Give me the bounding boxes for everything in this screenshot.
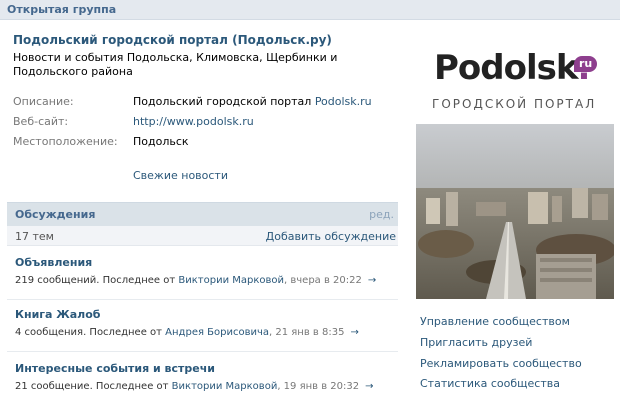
website-link[interactable]: http://www.podolsk.ru xyxy=(133,115,254,128)
topic-last-author[interactable]: Виктории Марковой xyxy=(178,275,284,286)
topic-last-date: , 21 янв в 8:35 xyxy=(269,327,345,338)
topic-title[interactable]: Объявления xyxy=(15,256,92,269)
group-type-label: Открытая группа xyxy=(7,3,117,16)
advertise-community-link[interactable]: Рекламировать сообщество xyxy=(420,357,582,370)
description-label: Описание: xyxy=(13,95,74,108)
discussions-title[interactable]: Обсуждения xyxy=(15,208,95,221)
logo-word: Podolsk xyxy=(434,48,578,88)
go-to-last-arrow-icon[interactable]: → xyxy=(365,381,373,392)
logo-ru-badge: ru xyxy=(574,56,598,72)
topic-last-date: , 19 янв в 20:32 xyxy=(277,381,360,392)
topic-meta: 21 сообщение. Последнее от Виктории Марк… xyxy=(15,381,373,392)
topic-meta-count: 21 сообщение. Последнее от xyxy=(15,381,172,392)
add-discussion-link[interactable]: Добавить обсуждение xyxy=(266,230,396,243)
location-value: Подольск xyxy=(133,135,189,148)
topic-title[interactable]: Интересные события и встречи xyxy=(15,362,215,375)
topic-meta-count: 219 сообщений. Последнее от xyxy=(15,275,179,286)
topic-item: Объявления 219 сообщений. Последнее от В… xyxy=(7,256,398,300)
topic-item: Книга Жалоб 4 сообщения. Последнее от Ан… xyxy=(7,308,398,352)
description-text: Подольский городской портал xyxy=(133,95,315,108)
info-row-description: Описание: Подольский городской портал Po… xyxy=(13,95,403,111)
group-title: Подольский городской портал (Подольск.ру… xyxy=(13,33,332,47)
go-to-last-arrow-icon[interactable]: → xyxy=(368,275,376,286)
description-link[interactable]: Podolsk.ru xyxy=(315,95,372,108)
group-avatar[interactable]: Podolsk. ru ГОРОДСКОЙ ПОРТАЛ xyxy=(416,32,614,299)
topic-item: Интересные события и встречи 21 сообщени… xyxy=(7,362,398,400)
community-stats-link[interactable]: Статистика сообщества xyxy=(420,377,560,390)
topics-count: 17 тем xyxy=(15,230,54,243)
topic-title[interactable]: Книга Жалоб xyxy=(15,308,100,321)
topic-last-author[interactable]: Виктории Марковой xyxy=(172,381,278,392)
topic-last-author[interactable]: Андрея Борисовича xyxy=(165,327,269,338)
discussions-header: Обсуждения ред. xyxy=(7,202,398,226)
discussions-subbar: 17 тем Добавить обсуждение xyxy=(7,226,398,246)
fresh-news-link[interactable]: Свежие новости xyxy=(133,169,228,182)
discussions-edit-link[interactable]: ред. xyxy=(369,208,394,221)
group-type-bar: Открытая группа xyxy=(0,0,620,20)
topic-meta: 4 сообщения. Последнее от Андрея Борисов… xyxy=(15,327,359,338)
logo-wordmark: Podolsk. xyxy=(434,48,590,88)
invite-friends-link[interactable]: Пригласить друзей xyxy=(420,336,532,349)
logo-subtitle: ГОРОДСКОЙ ПОРТАЛ xyxy=(432,97,597,111)
info-row-website: Веб-сайт: http://www.podolsk.ru xyxy=(13,115,403,131)
group-status: Новости и события Подольска, Климовска, … xyxy=(13,51,338,78)
topic-meta: 219 сообщений. Последнее от Виктории Мар… xyxy=(15,275,376,286)
info-row-location: Местоположение: Подольск xyxy=(13,135,403,151)
go-to-last-arrow-icon[interactable]: → xyxy=(350,327,358,338)
website-label: Веб-сайт: xyxy=(13,115,69,128)
location-label: Местоположение: xyxy=(13,135,118,148)
topic-last-date: , вчера в 20:22 xyxy=(284,275,362,286)
topic-meta-count: 4 сообщения. Последнее от xyxy=(15,327,166,338)
description-value: Подольский городской портал Podolsk.ru xyxy=(133,95,372,108)
manage-community-link[interactable]: Управление сообществом xyxy=(420,315,570,328)
